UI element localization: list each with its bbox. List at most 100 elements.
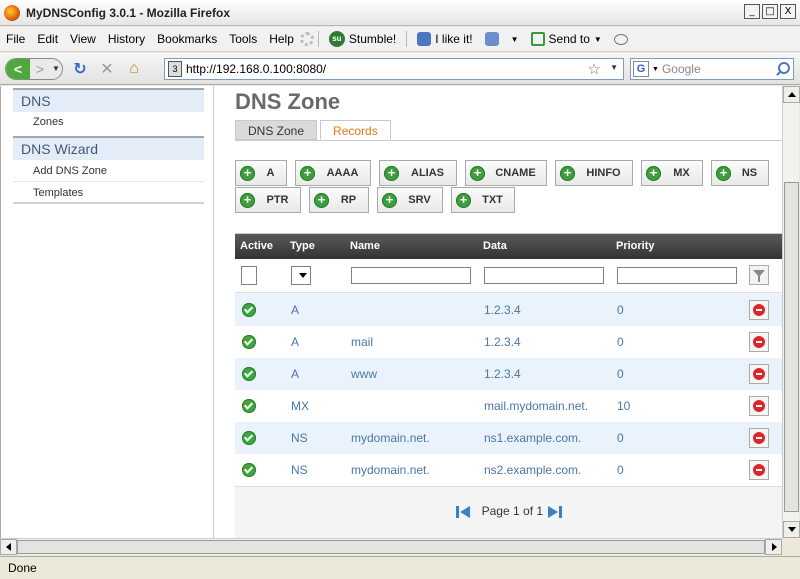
column-header-data[interactable]: Data (483, 240, 507, 252)
horizontal-scroll-thumb[interactable] (17, 540, 765, 554)
add-srv-record-button[interactable]: + SRV (377, 187, 443, 213)
scroll-up-button[interactable] (783, 86, 800, 103)
table-row[interactable]: NS mydomain.net. ns1.example.com. 0 (235, 422, 782, 454)
menu-file[interactable]: File (0, 32, 31, 46)
delete-record-icon[interactable] (749, 332, 769, 352)
active-filter-input[interactable] (241, 266, 257, 285)
horizontal-scrollbar[interactable] (0, 538, 782, 555)
url-dropdown[interactable]: ▼ (610, 63, 618, 72)
column-header-type[interactable]: Type (290, 240, 315, 252)
add-cname-record-button[interactable]: + CNAME (465, 160, 547, 186)
delete-record-icon[interactable] (749, 364, 769, 384)
sidebar-item-templates[interactable]: Templates (13, 182, 204, 204)
maximize-button[interactable]: □ (762, 4, 778, 19)
reload-icon[interactable]: ↻ (70, 59, 90, 79)
menu-history[interactable]: History (102, 32, 151, 46)
send-to-button[interactable]: Send to ▼ (525, 32, 608, 46)
menu-view[interactable]: View (64, 32, 102, 46)
record-name: mydomain.net. (351, 431, 430, 445)
record-name: mail (351, 335, 374, 349)
delete-record-icon[interactable] (749, 396, 769, 416)
table-row[interactable]: A www 1.2.3.4 0 (235, 358, 782, 390)
column-header-active[interactable]: Active (240, 240, 273, 252)
add-aaaa-record-button[interactable]: + AAAA (295, 160, 371, 186)
window-titlebar: MyDNSConfig 3.0.1 - Mozilla Firefox _ □ … (0, 0, 800, 26)
scroll-down-button[interactable] (783, 521, 800, 538)
close-button[interactable]: X (780, 4, 796, 19)
window-controls: _ □ X (744, 4, 796, 19)
add-ptr-record-button[interactable]: + PTR (235, 187, 301, 213)
throbber-icon (299, 32, 314, 46)
vertical-scroll-thumb[interactable] (784, 182, 799, 512)
add-mx-record-button[interactable]: + MX (641, 160, 703, 186)
minimize-button[interactable]: _ (744, 4, 760, 19)
sidebar-item-add-dns-zone[interactable]: Add DNS Zone (13, 160, 204, 182)
page-content: DNS Zones DNS Wizard Add DNS Zone Templa… (0, 86, 782, 538)
dislike-button[interactable] (479, 32, 505, 46)
column-header-priority[interactable]: Priority (616, 240, 655, 252)
search-icon[interactable] (774, 61, 790, 77)
delete-record-icon[interactable] (749, 460, 769, 480)
record-type: MX (291, 399, 309, 413)
menu-tools[interactable]: Tools (223, 32, 263, 46)
record-data: ns1.example.com. (484, 431, 582, 445)
table-row[interactable]: MX mail.mydomain.net. 10 (235, 390, 782, 422)
table-row[interactable]: NS mydomain.net. ns2.example.com. 0 (235, 454, 782, 486)
delete-record-icon[interactable] (749, 428, 769, 448)
search-input[interactable]: Google (662, 62, 701, 76)
stumble-menu-dropdown[interactable]: ▼ (505, 35, 525, 44)
stop-icon[interactable]: ✕ (97, 59, 117, 79)
thumbs-down-icon (484, 32, 499, 46)
vertical-scrollbar[interactable] (782, 86, 800, 538)
toolbar-separator (406, 31, 408, 47)
last-page-icon[interactable] (546, 505, 563, 519)
add-icon: + (470, 165, 485, 181)
menu-bar: File Edit View History Bookmarks Tools H… (0, 27, 800, 52)
first-page-icon[interactable] (455, 505, 472, 519)
stumbleupon-icon: su (328, 31, 345, 47)
search-engine-dropdown[interactable]: ▼ (652, 66, 659, 73)
add-icon: + (240, 192, 255, 208)
menu-help[interactable]: Help (263, 32, 300, 46)
like-button[interactable]: I like it! (411, 32, 478, 46)
bookmark-star-icon[interactable]: ☆ (588, 60, 601, 78)
url-bar[interactable]: 3 http://192.168.0.100:8080/ ☆ ▼ (164, 58, 624, 80)
status-bar: Done (0, 556, 800, 579)
scroll-right-button[interactable] (765, 539, 782, 555)
google-icon[interactable]: G (633, 61, 649, 77)
back-button[interactable]: < (6, 58, 30, 79)
records-list: A 1.2.3.4 0 A mail 1.2.3.4 0 A www 1.2.3… (235, 294, 782, 486)
delete-record-icon[interactable] (749, 300, 769, 320)
add-rp-record-button[interactable]: + RP (309, 187, 369, 213)
add-txt-record-button[interactable]: + TXT (451, 187, 515, 213)
forward-button[interactable]: > (30, 59, 50, 79)
table-row[interactable]: A mail 1.2.3.4 0 (235, 326, 782, 358)
data-filter-input[interactable] (484, 267, 604, 284)
add-hinfo-record-button[interactable]: + HINFO (555, 160, 633, 186)
table-row[interactable]: A 1.2.3.4 0 (235, 294, 782, 326)
add-ns-record-button[interactable]: + NS (711, 160, 769, 186)
home-icon[interactable]: ⌂ (124, 59, 144, 79)
add-alias-record-button[interactable]: + ALIAS (379, 160, 457, 186)
name-filter-input[interactable] (351, 267, 471, 284)
firefox-icon (4, 4, 20, 21)
active-check-icon (242, 367, 256, 381)
menu-edit[interactable]: Edit (31, 32, 64, 46)
filter-funnel-icon[interactable] (749, 265, 769, 285)
history-dropdown[interactable]: ▼ (50, 64, 62, 73)
menu-bookmarks[interactable]: Bookmarks (151, 32, 223, 46)
tab-bar: DNS Zone Records (235, 120, 391, 140)
scroll-left-button[interactable] (0, 539, 17, 555)
tab-dns-zone[interactable]: DNS Zone (235, 120, 318, 140)
stumble-button[interactable]: su Stumble! (323, 31, 402, 47)
tab-records[interactable]: Records (320, 120, 391, 140)
like-label: I like it! (435, 32, 473, 46)
search-bar[interactable]: G ▼ Google (630, 58, 794, 80)
add-a-record-button[interactable]: + A (235, 160, 287, 186)
comment-button[interactable] (608, 33, 634, 45)
column-header-name[interactable]: Name (350, 240, 380, 252)
priority-filter-input[interactable] (617, 267, 737, 284)
speech-bubble-icon (613, 33, 628, 45)
type-filter-select[interactable] (291, 266, 311, 285)
sidebar-item-zones[interactable]: Zones (13, 111, 204, 133)
